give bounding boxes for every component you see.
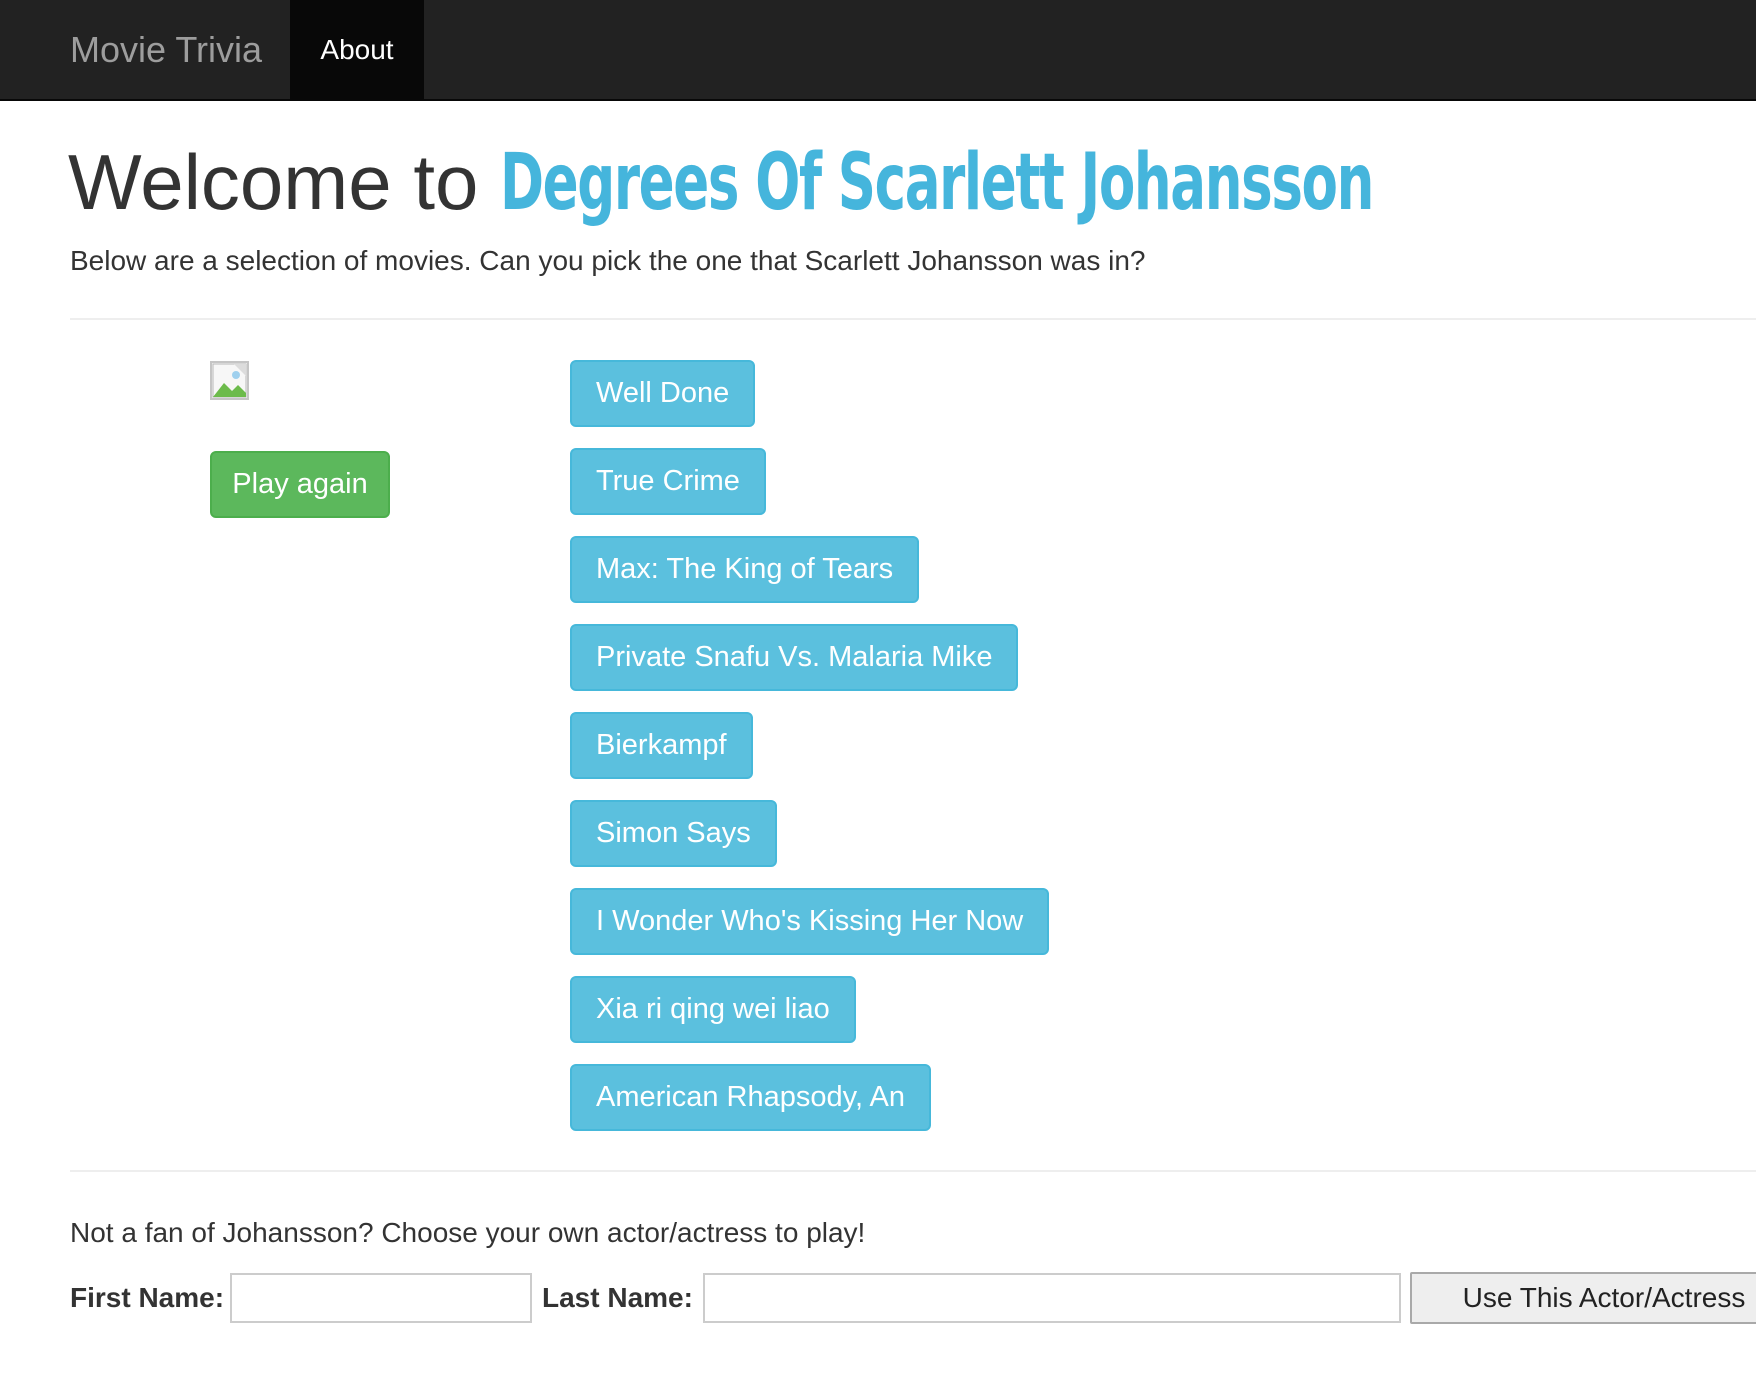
movie-option-button[interactable]: Xia ri qing wei liao (570, 976, 856, 1043)
list-item: True Crime (570, 448, 1049, 536)
use-actor-button[interactable]: Use This Actor/Actress (1410, 1272, 1756, 1324)
list-item: American Rhapsody, An (570, 1064, 1049, 1152)
movie-option-button[interactable]: Simon Says (570, 800, 777, 867)
list-item: Xia ri qing wei liao (570, 976, 1049, 1064)
actor-form: First Name: Last Name: Use This Actor/Ac… (70, 1272, 1756, 1324)
list-item: Simon Says (570, 800, 1049, 888)
brand-link[interactable]: Movie Trivia (70, 0, 262, 101)
movie-options-list: Well Done True Crime Max: The King of Te… (570, 360, 1050, 1152)
movie-option-button[interactable]: American Rhapsody, An (570, 1064, 931, 1131)
movie-option-button[interactable]: Max: The King of Tears (570, 536, 920, 603)
first-name-input[interactable] (230, 1273, 532, 1323)
divider-top (70, 318, 1756, 320)
list-item: Bierkampf (570, 712, 1049, 800)
movie-option-button[interactable]: Private Snafu Vs. Malaria Mike (570, 624, 1019, 691)
game-name: Degrees Of Scarlett Johansson (500, 138, 1374, 228)
navbar: Movie Trivia About (0, 0, 1756, 101)
movie-option-button[interactable]: True Crime (570, 448, 766, 515)
first-name-label: First Name: (70, 1282, 225, 1313)
list-item: Well Done (570, 360, 1049, 448)
choose-actor-prompt: Not a fan of Johansson? Choose your own … (70, 1217, 866, 1248)
intro-text: Below are a selection of movies. Can you… (70, 245, 1146, 276)
nav-about-link[interactable]: About (290, 0, 424, 99)
list-item: Max: The King of Tears (570, 536, 1049, 624)
last-name-input[interactable] (703, 1273, 1401, 1323)
list-item: I Wonder Who's Kissing Her Now (570, 888, 1050, 976)
welcome-prefix: Welcome to (68, 138, 479, 226)
last-name-label: Last Name: (542, 1282, 693, 1313)
list-item: Private Snafu Vs. Malaria Mike (570, 624, 1049, 712)
movie-option-button[interactable]: Well Done (570, 360, 756, 427)
movie-option-button[interactable]: I Wonder Who's Kissing Her Now (570, 888, 1050, 955)
movie-option-button[interactable]: Bierkampf (570, 712, 753, 779)
page-title: Welcome to Degrees Of Scarlett Johansson (68, 134, 1756, 231)
play-again-button[interactable]: Play again (210, 451, 390, 518)
divider-bottom (70, 1170, 1756, 1172)
broken-image-icon (210, 361, 249, 400)
